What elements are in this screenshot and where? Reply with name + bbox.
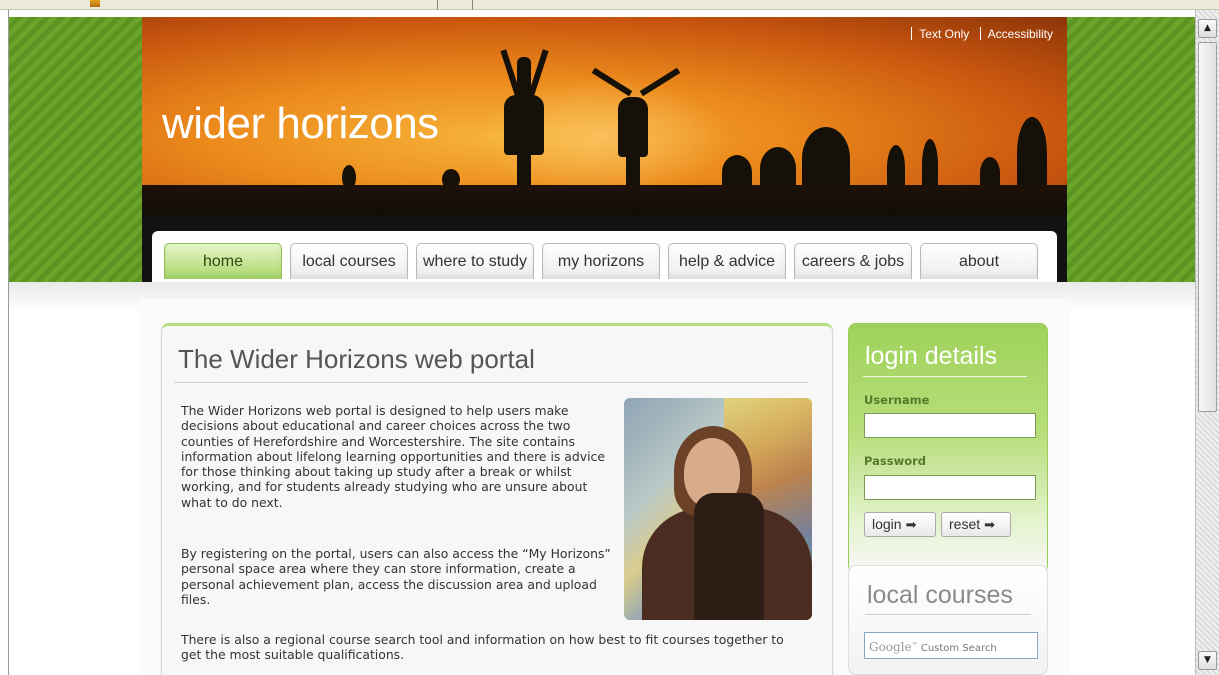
decorative-stripes-right bbox=[1067, 17, 1195, 282]
title-divider bbox=[174, 382, 808, 383]
accessibility-link[interactable]: Accessibility bbox=[988, 27, 1053, 41]
arrow-right-icon: ➡ bbox=[905, 517, 917, 532]
tree-silhouette bbox=[802, 127, 850, 190]
link-separator bbox=[979, 27, 981, 40]
scroll-down-arrow-icon[interactable]: ▼ bbox=[1198, 651, 1217, 670]
local-courses-title: local courses bbox=[867, 581, 1013, 609]
vertical-scrollbar[interactable]: ▲ ▼ bbox=[1195, 10, 1219, 675]
tab-help-advice[interactable]: help & advice bbox=[668, 243, 786, 279]
main-navigation: home local courses where to study my hor… bbox=[152, 231, 1057, 282]
login-button-label: login bbox=[872, 516, 902, 532]
reset-button[interactable]: reset ➡ bbox=[941, 512, 1011, 537]
google-logo: Google bbox=[869, 640, 912, 654]
tree-silhouette bbox=[887, 145, 905, 190]
tab-where-to-study[interactable]: where to study bbox=[416, 243, 534, 279]
tab-home[interactable]: home bbox=[164, 243, 282, 279]
toolbar-divider bbox=[472, 0, 473, 10]
link-separator bbox=[911, 27, 913, 40]
main-content-panel: The Wider Horizons web portal The Wider … bbox=[161, 323, 833, 675]
scroll-up-arrow-icon[interactable]: ▲ bbox=[1198, 19, 1217, 38]
tab-careers-jobs[interactable]: careers & jobs bbox=[794, 243, 912, 279]
text-only-link[interactable]: Text Only bbox=[919, 27, 969, 41]
password-label: Password bbox=[864, 454, 926, 468]
decorative-stripes-left bbox=[9, 17, 142, 282]
silhouette-body-left bbox=[504, 95, 544, 155]
page-viewport: wider horizons Text Only Accessibility h… bbox=[8, 10, 1195, 675]
custom-search-input[interactable]: Google™ Custom Search bbox=[864, 632, 1038, 659]
tab-local-courses[interactable]: local courses bbox=[290, 243, 408, 279]
search-placeholder: Custom Search bbox=[920, 643, 997, 654]
reset-button-label: reset bbox=[949, 516, 981, 532]
favicon bbox=[90, 0, 100, 7]
login-panel: login details Username Password login ➡ r… bbox=[848, 323, 1048, 573]
site-header: wider horizons Text Only Accessibility h… bbox=[142, 17, 1067, 282]
course-search-paragraph: There is also a regional course search t… bbox=[181, 632, 784, 663]
utility-links: Text Only Accessibility bbox=[904, 27, 1053, 41]
registration-paragraph: By registering on the portal, users can … bbox=[181, 546, 611, 607]
tab-about[interactable]: about bbox=[920, 243, 1038, 279]
login-title: login details bbox=[865, 342, 998, 370]
tree-silhouette bbox=[922, 139, 938, 190]
tab-my-horizons[interactable]: my horizons bbox=[542, 243, 660, 279]
intro-paragraph: The Wider Horizons web portal is designe… bbox=[181, 403, 605, 510]
tree-silhouette bbox=[760, 147, 796, 190]
toolbar-divider bbox=[437, 0, 438, 10]
scrollbar-thumb[interactable] bbox=[1198, 42, 1217, 412]
trademark-mark: ™ bbox=[911, 642, 918, 649]
tree-silhouette bbox=[1017, 117, 1047, 190]
local-courses-panel: local courses Google™ Custom Search bbox=[848, 565, 1048, 675]
arrow-right-icon: ➡ bbox=[984, 517, 996, 532]
photo-scarf bbox=[694, 493, 764, 620]
username-input[interactable] bbox=[864, 413, 1036, 438]
browser-top-bar bbox=[0, 0, 1219, 10]
login-button[interactable]: login ➡ bbox=[864, 512, 936, 537]
page-title: The Wider Horizons web portal bbox=[178, 344, 535, 374]
courses-divider bbox=[865, 614, 1031, 615]
username-label: Username bbox=[864, 393, 930, 407]
student-photo bbox=[624, 398, 812, 620]
site-logo[interactable]: wider horizons bbox=[162, 99, 439, 149]
password-input[interactable] bbox=[864, 475, 1036, 500]
login-divider bbox=[863, 376, 1027, 377]
